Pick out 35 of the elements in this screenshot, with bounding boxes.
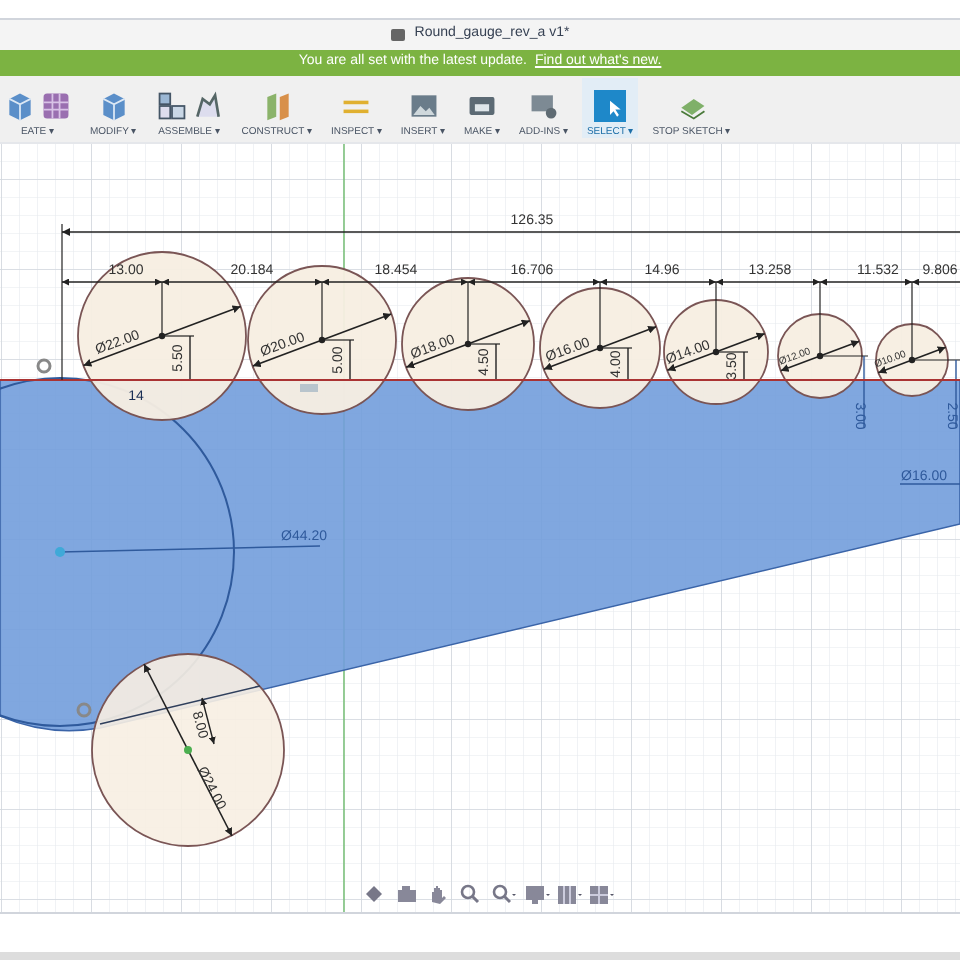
constraint-icon (36, 358, 52, 374)
center-point (908, 356, 916, 364)
cursor-icon (594, 90, 627, 122)
center-point (712, 348, 720, 356)
box-icon (97, 90, 130, 122)
monitor-icon[interactable] (524, 884, 550, 906)
gauge-circle (777, 313, 863, 399)
extension-line (599, 281, 601, 349)
gauge-circle (401, 277, 535, 411)
center-point (318, 336, 326, 344)
gauge-circle (875, 323, 949, 397)
center-point (158, 332, 166, 340)
grid-icon[interactable] (556, 884, 582, 906)
center-point (816, 352, 824, 360)
extension-line (819, 281, 821, 357)
image-icon (407, 90, 440, 122)
file-icon (390, 28, 407, 42)
gauge-circle (663, 299, 769, 405)
center-point (184, 746, 192, 754)
center-point (596, 344, 604, 352)
extension-line (321, 281, 323, 341)
extension-line (161, 281, 163, 337)
center-point (55, 547, 65, 557)
extension-line (715, 281, 717, 353)
component-icon (155, 90, 188, 122)
leader-line (899, 483, 960, 485)
extension-line (467, 281, 469, 345)
grid-icon[interactable] (588, 884, 614, 906)
constraint-icon (76, 702, 92, 718)
gauge-circle (539, 287, 661, 409)
constraint-icon (300, 384, 318, 392)
grid-icon (40, 90, 72, 122)
extension-line (911, 281, 913, 361)
plane-icon (261, 90, 294, 122)
center-point (464, 340, 472, 348)
